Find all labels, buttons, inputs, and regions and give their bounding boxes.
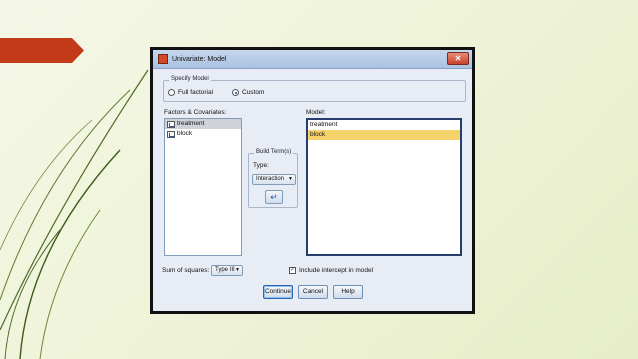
cancel-button[interactable]: Cancel [298, 285, 328, 299]
include-intercept-label: Include intercept in model [299, 267, 374, 274]
list-item[interactable]: treatment [308, 120, 460, 130]
type-label: Type: [253, 162, 269, 169]
variable-icon [167, 120, 175, 128]
variable-icon [167, 130, 175, 138]
close-button[interactable]: ✕ [447, 52, 469, 65]
model-list[interactable]: treatment block [306, 118, 462, 256]
title-bar[interactable]: Univariate: Model ✕ [153, 50, 472, 69]
continue-button[interactable]: Continue [263, 285, 293, 299]
chevron-down-icon: ▼ [288, 176, 293, 182]
move-right-arrow-button[interactable]: ↵ [265, 190, 283, 204]
list-item[interactable]: treatment [165, 119, 241, 129]
build-terms-label: Build Term(s) [254, 149, 294, 155]
factors-label: Factors & Covariates: [164, 109, 227, 116]
dialog-title: Univariate: Model [172, 55, 227, 63]
list-item-label: block [177, 130, 193, 137]
include-intercept-checkbox[interactable]: ✓ [289, 267, 296, 274]
list-item-label: block [310, 131, 326, 138]
type-dropdown[interactable]: Interaction ▼ [252, 174, 296, 185]
sum-of-squares-value: Type III [215, 267, 235, 273]
app-icon [158, 54, 168, 64]
list-item[interactable]: block [165, 129, 241, 139]
radio-custom[interactable]: Custom [232, 89, 264, 96]
move-right-arrow-icon: ↵ [270, 192, 278, 202]
list-item-label: treatment [310, 121, 338, 128]
help-button[interactable]: Help [333, 285, 363, 299]
specify-model-group: Specify Model Full factorial Custom [163, 76, 466, 102]
red-arrow-shape [0, 38, 84, 63]
univariate-model-dialog: Univariate: Model ✕ Specify Model Full f… [150, 47, 475, 314]
list-item-label: treatment [177, 120, 205, 127]
sum-of-squares-dropdown[interactable]: Type III ▼ [211, 265, 243, 276]
radio-full-factorial-label: Full factorial [178, 89, 214, 96]
radio-full-factorial[interactable]: Full factorial [168, 89, 213, 96]
factors-list[interactable]: treatment block [164, 118, 242, 256]
radio-icon[interactable] [168, 89, 175, 96]
build-terms-group: Build Term(s) Type: Interaction ▼ ↵ [248, 149, 298, 208]
radio-custom-label: Custom [242, 89, 265, 96]
chevron-down-icon: ▼ [235, 267, 240, 273]
specify-model-label: Specify Model [169, 76, 211, 82]
list-item[interactable]: block [308, 130, 460, 140]
sum-of-squares-label: Sum of squares: [162, 267, 210, 274]
model-label: Model: [306, 109, 326, 116]
radio-selected-icon[interactable] [232, 89, 239, 96]
type-dropdown-value: Interaction [256, 176, 285, 182]
